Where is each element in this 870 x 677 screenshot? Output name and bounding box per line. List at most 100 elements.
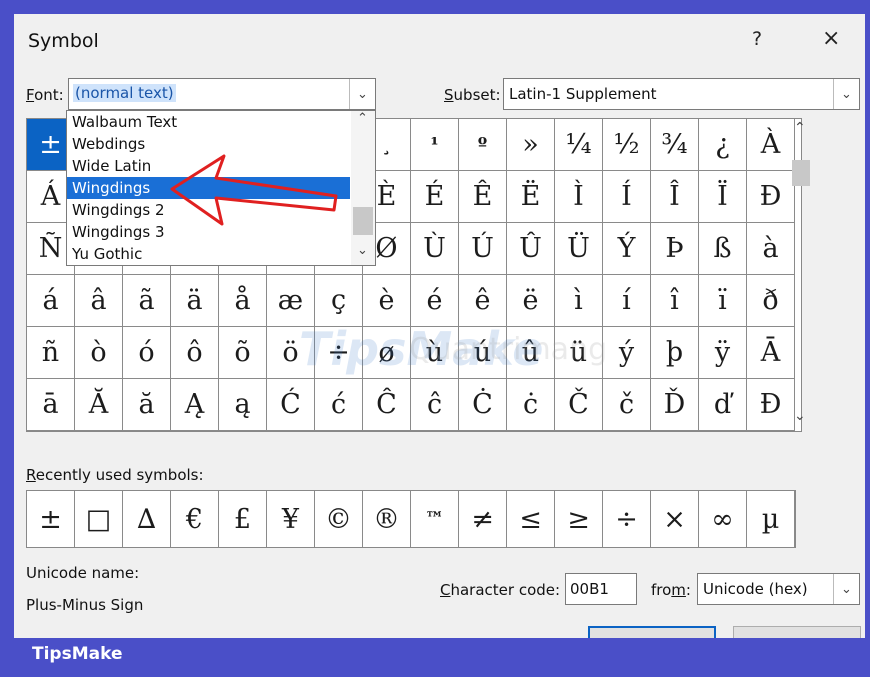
chevron-down-icon[interactable]: ⌄: [357, 243, 368, 258]
recent-symbol-cell[interactable]: ™: [411, 491, 459, 547]
symbol-cell[interactable]: ó: [123, 327, 171, 379]
symbol-cell[interactable]: õ: [219, 327, 267, 379]
symbol-cell[interactable]: å: [219, 275, 267, 327]
recent-symbol-cell[interactable]: □: [75, 491, 123, 547]
symbol-cell[interactable]: ë: [507, 275, 555, 327]
symbol-cell[interactable]: ÷: [315, 327, 363, 379]
subset-combobox[interactable]: Latin-1 Supplement ⌄: [503, 78, 860, 110]
symbol-cell[interactable]: Í: [603, 171, 651, 223]
symbol-cell[interactable]: Ď: [651, 379, 699, 431]
recent-symbol-cell[interactable]: ±: [27, 491, 75, 547]
symbol-cell[interactable]: ò: [75, 327, 123, 379]
subset-dropdown-arrow[interactable]: ⌄: [833, 79, 859, 109]
symbol-cell[interactable]: Đ: [747, 379, 795, 431]
symbol-cell[interactable]: Ë: [507, 171, 555, 223]
symbol-cell[interactable]: ¿: [699, 119, 747, 171]
recent-symbol-cell[interactable]: ÷: [603, 491, 651, 547]
scroll-up-icon[interactable]: ⌃: [794, 120, 806, 136]
symbol-cell[interactable]: »: [507, 119, 555, 171]
symbol-cell[interactable]: Ć: [267, 379, 315, 431]
symbol-cell[interactable]: ê: [459, 275, 507, 327]
symbol-cell[interactable]: Ð: [747, 171, 795, 223]
recent-symbol-cell[interactable]: ≤: [507, 491, 555, 547]
recent-symbol-cell[interactable]: ©: [315, 491, 363, 547]
symbol-cell[interactable]: ñ: [27, 327, 75, 379]
font-list-thumb[interactable]: [353, 207, 373, 235]
symbol-cell[interactable]: ø: [363, 327, 411, 379]
symbol-cell[interactable]: Ą: [171, 379, 219, 431]
recent-symbol-cell[interactable]: £: [219, 491, 267, 547]
symbol-cell[interactable]: æ: [267, 275, 315, 327]
symbol-cell[interactable]: Ċ: [459, 379, 507, 431]
symbol-cell[interactable]: Î: [651, 171, 699, 223]
symbol-cell[interactable]: ð: [747, 275, 795, 327]
symbol-cell[interactable]: ¼: [555, 119, 603, 171]
symbol-cell[interactable]: Ý: [603, 223, 651, 275]
symbol-cell[interactable]: ý: [603, 327, 651, 379]
symbol-cell[interactable]: ù: [411, 327, 459, 379]
recent-symbol-cell[interactable]: ×: [651, 491, 699, 547]
symbol-grid-scrollbar[interactable]: ⌃ ⌄: [790, 118, 812, 432]
recent-symbol-cell[interactable]: ®: [363, 491, 411, 547]
symbol-cell[interactable]: Ĉ: [363, 379, 411, 431]
chevron-up-icon[interactable]: ⌃: [357, 111, 368, 126]
recent-symbol-cell[interactable]: €: [171, 491, 219, 547]
recent-symbol-cell[interactable]: ≥: [555, 491, 603, 547]
symbol-cell[interactable]: ú: [459, 327, 507, 379]
symbol-cell[interactable]: ô: [171, 327, 219, 379]
symbol-cell[interactable]: ç: [315, 275, 363, 327]
symbol-cell[interactable]: é: [411, 275, 459, 327]
symbol-cell[interactable]: ì: [555, 275, 603, 327]
symbol-cell[interactable]: č: [603, 379, 651, 431]
symbol-cell[interactable]: Ă: [75, 379, 123, 431]
symbol-cell[interactable]: þ: [651, 327, 699, 379]
symbol-cell[interactable]: ď: [699, 379, 747, 431]
symbol-cell[interactable]: è: [363, 275, 411, 327]
symbol-cell[interactable]: ï: [699, 275, 747, 327]
symbol-cell[interactable]: á: [27, 275, 75, 327]
symbol-cell[interactable]: ć: [315, 379, 363, 431]
recent-symbol-cell[interactable]: ∆: [123, 491, 171, 547]
scroll-thumb[interactable]: [792, 160, 810, 186]
help-button[interactable]: ?: [752, 28, 762, 50]
recent-symbol-cell[interactable]: ∞: [699, 491, 747, 547]
symbol-cell[interactable]: Ü: [555, 223, 603, 275]
from-dropdown-arrow[interactable]: ⌄: [833, 574, 859, 604]
symbol-cell[interactable]: ą: [219, 379, 267, 431]
scroll-down-icon[interactable]: ⌄: [794, 408, 806, 424]
symbol-cell[interactable]: Ā: [747, 327, 795, 379]
symbol-cell[interactable]: º: [459, 119, 507, 171]
symbol-cell[interactable]: ã: [123, 275, 171, 327]
symbol-cell[interactable]: Ú: [459, 223, 507, 275]
symbol-cell[interactable]: ċ: [507, 379, 555, 431]
font-list-item[interactable]: Walbaum Text: [67, 111, 350, 133]
recent-symbol-cell[interactable]: µ: [747, 491, 795, 547]
symbol-cell[interactable]: Ì: [555, 171, 603, 223]
cancel-button[interactable]: [733, 626, 861, 638]
symbol-cell[interactable]: ä: [171, 275, 219, 327]
font-list-scrollbar[interactable]: ⌃ ⌄: [351, 111, 375, 265]
symbol-cell[interactable]: Þ: [651, 223, 699, 275]
symbol-cell[interactable]: ¹: [411, 119, 459, 171]
symbol-cell[interactable]: ā: [27, 379, 75, 431]
font-dropdown-arrow[interactable]: ⌄: [349, 79, 375, 109]
symbol-cell[interactable]: ¾: [651, 119, 699, 171]
symbol-cell[interactable]: î: [651, 275, 699, 327]
symbol-cell[interactable]: ü: [555, 327, 603, 379]
symbol-cell[interactable]: û: [507, 327, 555, 379]
close-button[interactable]: ×: [822, 26, 840, 51]
symbol-cell[interactable]: ĉ: [411, 379, 459, 431]
symbol-cell[interactable]: ß: [699, 223, 747, 275]
recent-symbol-cell[interactable]: ¥: [267, 491, 315, 547]
symbol-cell[interactable]: í: [603, 275, 651, 327]
symbol-cell[interactable]: É: [411, 171, 459, 223]
symbol-cell[interactable]: ö: [267, 327, 315, 379]
symbol-cell[interactable]: Û: [507, 223, 555, 275]
font-list-item[interactable]: Yu Gothic: [67, 243, 350, 265]
symbol-cell[interactable]: à: [747, 223, 795, 275]
symbol-cell[interactable]: Č: [555, 379, 603, 431]
symbol-cell[interactable]: ÿ: [699, 327, 747, 379]
symbol-cell[interactable]: Ï: [699, 171, 747, 223]
character-code-input[interactable]: 00B1: [565, 573, 637, 605]
insert-button[interactable]: [588, 626, 716, 638]
